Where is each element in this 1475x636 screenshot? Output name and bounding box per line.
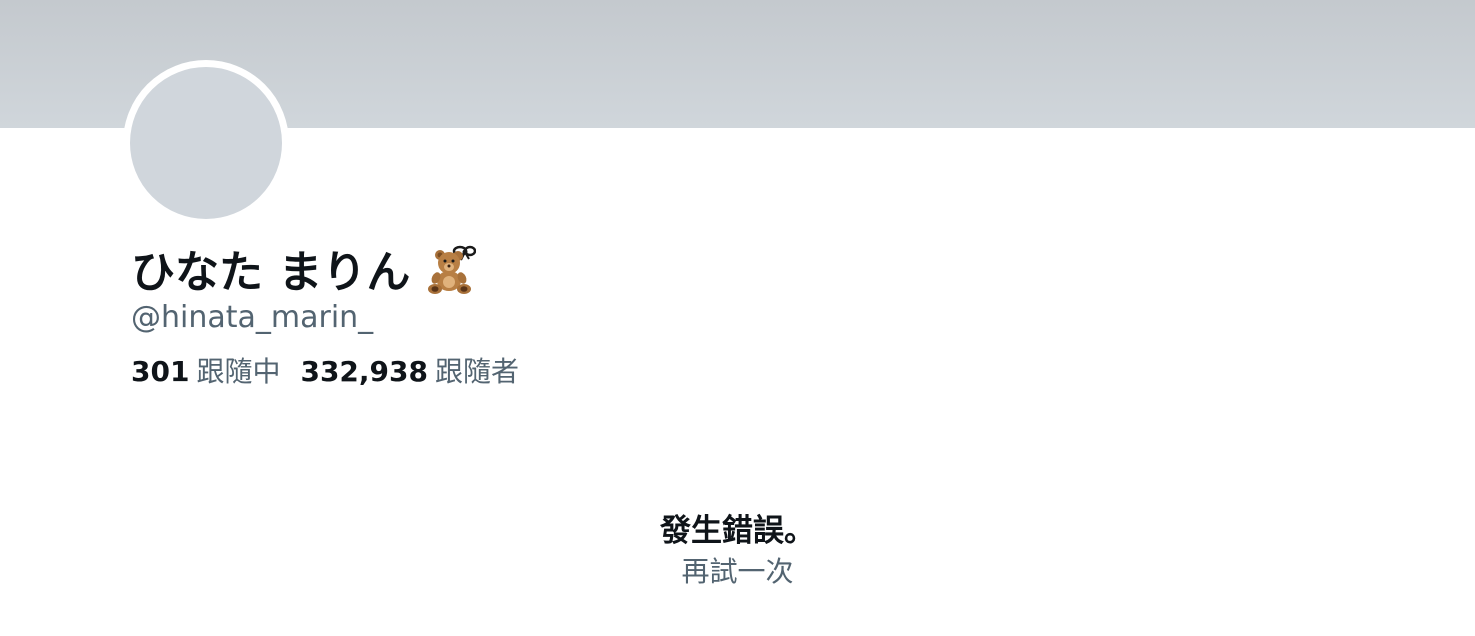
- followers-link[interactable]: 332,938 跟隨者: [300, 350, 519, 390]
- retry-button[interactable]: 再試一次: [0, 552, 1475, 592]
- followers-label: 跟隨者: [435, 355, 520, 388]
- display-name-row: ひなた まりん: [131, 236, 477, 300]
- teddy-bear-icon: [424, 242, 477, 294]
- avatar[interactable]: [123, 60, 289, 226]
- username-handle: @hinata_marin_: [131, 300, 374, 335]
- display-name: ひなた まりん: [131, 247, 411, 298]
- following-label: 跟隨中: [196, 355, 281, 388]
- following-count: 301: [131, 355, 190, 388]
- error-message-block: 發生錯誤。 再試一次: [0, 510, 1475, 592]
- follow-stats: 301 跟隨中 332,938 跟隨者: [131, 350, 519, 390]
- following-link[interactable]: 301 跟隨中: [131, 350, 280, 390]
- profile-page: ひなた まりん @hinata_marin_ 301 跟隨中 332,938 跟…: [0, 0, 1475, 636]
- followers-count: 332,938: [300, 355, 428, 388]
- error-title: 發生錯誤。: [660, 513, 815, 549]
